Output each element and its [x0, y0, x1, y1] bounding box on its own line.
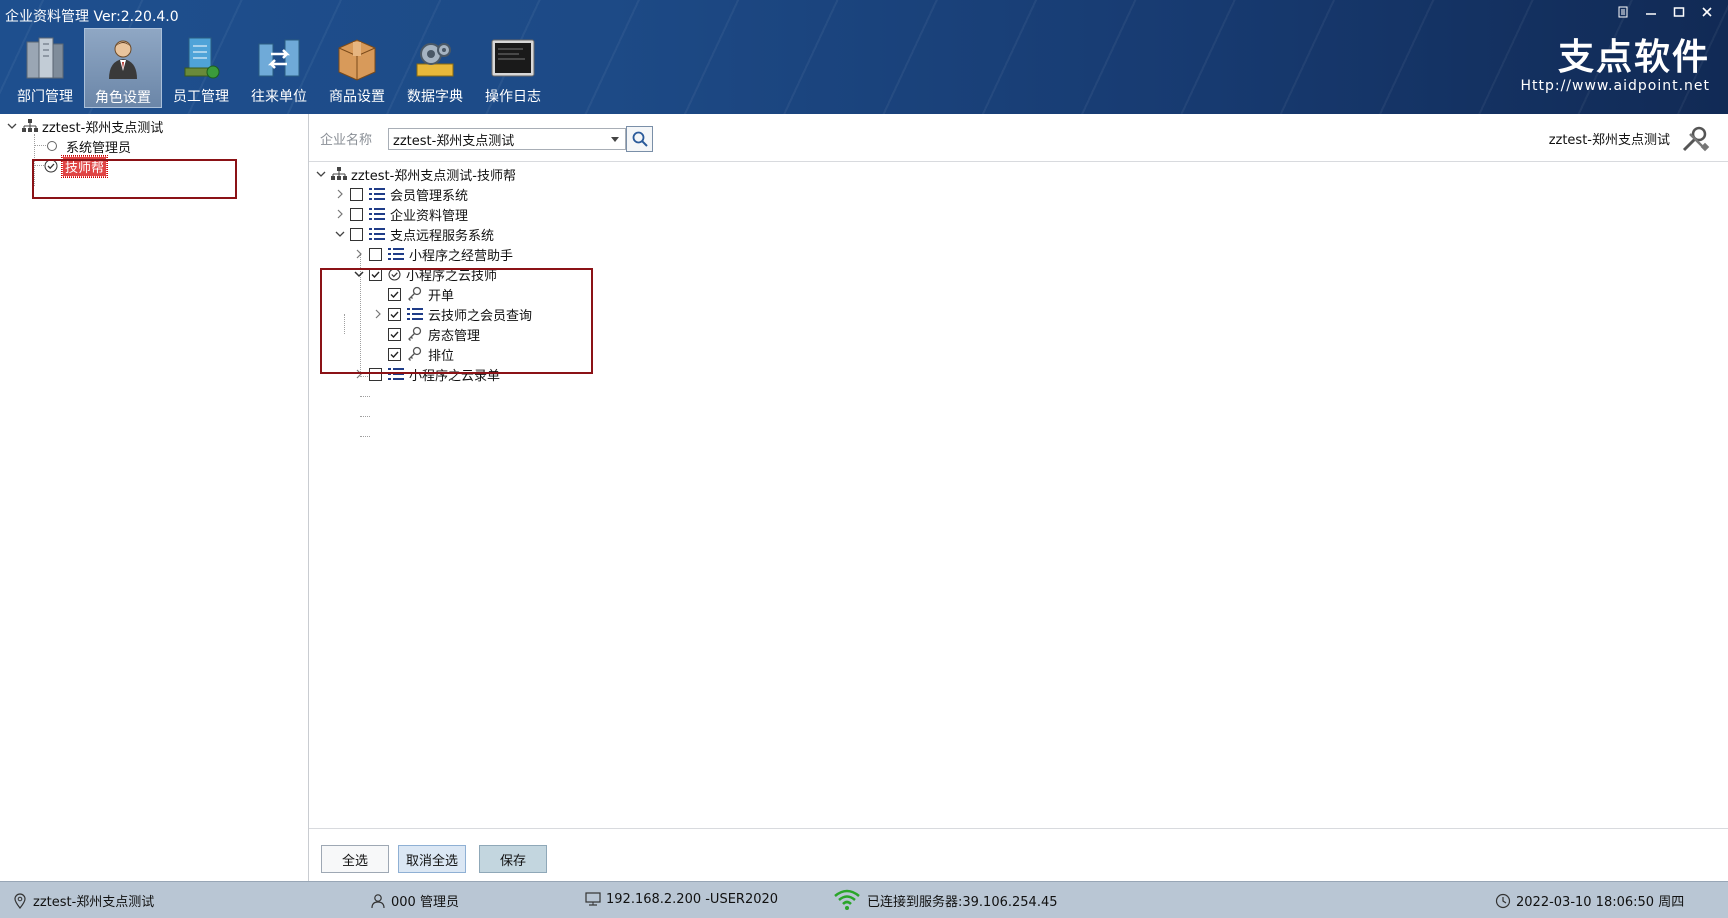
tools-icon[interactable]	[1680, 124, 1710, 154]
company-select[interactable]: zztest-郑州支点测试	[388, 128, 626, 150]
employee-icon	[184, 37, 220, 79]
perm-node-label: 小程序之经营助手	[409, 248, 514, 264]
checkbox-unchecked[interactable]	[369, 247, 382, 261]
perm-node-remote-service[interactable]: 支点远程服务系统	[334, 224, 494, 244]
status-server-text: 已连接到服务器:39.106.254.45	[867, 894, 1058, 910]
toolbar-employee-button[interactable]: 员工管理	[162, 28, 240, 108]
chevron-right-icon[interactable]	[353, 248, 365, 260]
toolbar-label: 商品设置	[329, 89, 385, 105]
perm-tree-root[interactable]: zztest-郑州支点测试-技师帮	[315, 164, 516, 184]
main-toolbar: 部门管理 角色设置 员工管理 往来单位 商品设置 数据字典 操作日志	[6, 28, 552, 108]
perm-node-label: 支点远程服务系统	[390, 228, 495, 244]
perm-node-member-system[interactable]: 会员管理系统	[334, 184, 468, 204]
app-title: 企业资料管理 Ver:2.20.4.0	[5, 9, 179, 25]
status-user-text: 000 管理员	[391, 895, 459, 910]
status-datetime: 2022-03-10 18:06:50 周四	[1495, 891, 1684, 910]
status-machine-text: 192.168.2.200 -USER2020	[606, 891, 779, 907]
permission-panel: 企业名称 zztest-郑州支点测试 zztest-郑州支点测试 zztest-…	[309, 114, 1728, 881]
restore-icon[interactable]	[1610, 2, 1636, 22]
toolbar-label: 操作日志	[485, 89, 541, 105]
org-tree-icon	[331, 167, 347, 180]
monitor-icon	[585, 892, 601, 906]
role-item-label: 系统管理员	[66, 140, 132, 156]
product-icon	[338, 39, 376, 81]
toolbar-product-button[interactable]: 商品设置	[318, 28, 396, 108]
radio-unselected-icon	[47, 141, 57, 151]
perm-node-label: 会员管理系统	[390, 188, 469, 204]
list-icon	[388, 248, 404, 260]
chevron-right-icon[interactable]	[334, 188, 346, 200]
checkbox-unchecked[interactable]	[350, 227, 363, 241]
search-icon	[632, 131, 648, 147]
role-icon	[109, 40, 137, 79]
checkbox-unchecked[interactable]	[350, 187, 363, 201]
window-controls	[1610, 2, 1720, 22]
brand-logo: 支点软件 Http://www.aidpoint.net	[1520, 37, 1710, 95]
checkbox-unchecked[interactable]	[350, 207, 363, 221]
role-item-admin[interactable]: 系统管理员	[46, 136, 131, 156]
dictionary-icon	[416, 43, 454, 77]
role-tree-root[interactable]: zztest-郑州支点测试	[6, 116, 163, 136]
toolbar-label: 员工管理	[173, 89, 229, 105]
role-tree-root-label: zztest-郑州支点测试	[42, 120, 164, 136]
chevron-down-icon[interactable]	[315, 168, 327, 180]
toolbar-dictionary-button[interactable]: 数据字典	[396, 28, 474, 108]
list-icon	[369, 188, 385, 200]
close-icon[interactable]	[1694, 2, 1720, 22]
toolbar-label: 往来单位	[251, 89, 307, 105]
chevron-down-icon[interactable]	[6, 120, 18, 132]
company-label: 企业名称	[320, 133, 373, 148]
company-select-value: zztest-郑州支点测试	[393, 133, 515, 149]
role-tree-panel: zztest-郑州支点测试 系统管理员 技师帮	[0, 114, 309, 881]
filter-bar: 企业名称 zztest-郑州支点测试 zztest-郑州支点测试	[309, 114, 1728, 162]
brand-name: 支点软件	[1557, 37, 1710, 78]
perm-node-business-assistant[interactable]: 小程序之经营助手	[353, 244, 513, 264]
deselect-all-button[interactable]: 取消全选	[398, 845, 466, 873]
status-server: 已连接到服务器:39.106.254.45	[832, 888, 1058, 912]
dropdown-arrow-icon[interactable]	[609, 133, 621, 145]
partner-icon	[258, 39, 300, 77]
highlight-box-permissions	[320, 268, 593, 374]
action-bar: 全选 取消全选 保存	[309, 828, 1728, 881]
chevron-down-icon[interactable]	[334, 228, 346, 240]
log-icon	[491, 39, 535, 77]
toolbar-partner-button[interactable]: 往来单位	[240, 28, 318, 108]
list-icon	[369, 228, 385, 240]
status-location: zztest-郑州支点测试	[12, 891, 154, 910]
department-icon	[26, 37, 64, 79]
status-datetime-text: 2022-03-10 18:06:50 周四	[1516, 895, 1685, 910]
chevron-right-icon[interactable]	[334, 208, 346, 220]
save-button[interactable]: 保存	[479, 845, 547, 873]
status-machine: 192.168.2.200 -USER2020	[585, 891, 778, 907]
perm-node-label: 企业资料管理	[390, 208, 469, 224]
maximize-icon[interactable]	[1666, 2, 1692, 22]
list-icon	[369, 208, 385, 220]
wifi-icon	[834, 889, 860, 910]
org-tree-icon	[22, 119, 38, 132]
clock-icon	[1495, 893, 1511, 908]
header-bar: 企业资料管理 Ver:2.20.4.0 部门管理 角色设置 员工管理 往来单位 …	[0, 0, 1728, 114]
status-location-text: zztest-郑州支点测试	[33, 895, 155, 910]
toolbar-log-button[interactable]: 操作日志	[474, 28, 552, 108]
toolbar-label: 数据字典	[407, 89, 463, 105]
minimize-icon[interactable]	[1638, 2, 1664, 22]
current-company: zztest-郑州支点测试	[1548, 133, 1670, 148]
status-bar: zztest-郑州支点测试 000 管理员 192.168.2.200 -USE…	[0, 881, 1728, 918]
status-user: 000 管理员	[370, 891, 459, 910]
search-button[interactable]	[626, 126, 653, 152]
perm-root-label: zztest-郑州支点测试-技师帮	[351, 168, 516, 184]
toolbar-department-button[interactable]: 部门管理	[6, 28, 84, 108]
toolbar-label: 角色设置	[95, 90, 151, 106]
brand-url: Http://www.aidpoint.net	[1520, 78, 1710, 94]
toolbar-label: 部门管理	[17, 89, 73, 105]
user-icon	[371, 893, 385, 908]
perm-node-enterprise[interactable]: 企业资料管理	[334, 204, 468, 224]
location-pin-icon	[14, 892, 26, 909]
select-all-button[interactable]: 全选	[321, 845, 389, 873]
toolbar-role-button[interactable]: 角色设置	[84, 28, 162, 108]
highlight-box-role	[32, 159, 237, 199]
